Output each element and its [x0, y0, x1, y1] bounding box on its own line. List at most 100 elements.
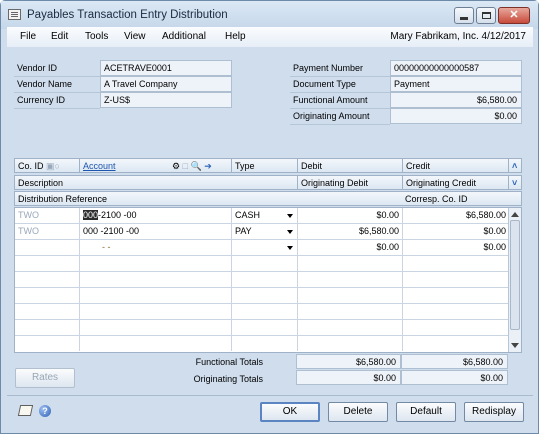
menu-view[interactable]: View	[124, 31, 146, 42]
vendor-id-label: Vendor ID	[14, 61, 100, 77]
credit-cell[interactable]: $6,580.00	[402, 208, 509, 223]
table-row[interactable]: TWO 000 -2100 -00 PAY $6,580.00 $0.00	[15, 224, 509, 240]
dropdown-arrow-icon	[287, 246, 293, 250]
payment-number-label: Payment Number	[290, 61, 390, 77]
document-type-label: Document Type	[290, 77, 390, 93]
currency-id-label: Currency ID	[14, 93, 100, 109]
col-description-header: Description	[18, 178, 64, 188]
debit-cell[interactable]: $0.00	[297, 240, 402, 255]
help-icon[interactable]: ?	[39, 405, 51, 417]
distribution-grid: TWO 000-2100 -00 CASH $0.00 $6,580.00 TW…	[14, 207, 522, 353]
table-row[interactable]	[15, 272, 509, 288]
grid-header-row-2: Description Originating Debit Originatin…	[14, 175, 522, 190]
note-icon[interactable]	[17, 405, 34, 416]
grid-header-row-3: Distribution Reference Corresp. Co. ID	[14, 191, 522, 206]
col-originating-debit-header: Originating Debit	[297, 176, 402, 190]
credit-cell[interactable]: $0.00	[402, 224, 509, 239]
functional-total-debit: $6,580.00	[296, 354, 401, 369]
col-originating-credit-header: Originating Credit	[402, 176, 508, 190]
originating-total-debit: $0.00	[296, 370, 401, 385]
expand-rows-icon[interactable]: ˅	[508, 176, 522, 190]
functional-total-credit: $6,580.00	[401, 354, 508, 369]
credit-cell[interactable]: $0.00	[402, 240, 509, 255]
grid-vertical-scrollbar[interactable]	[508, 208, 521, 352]
footer-divider	[7, 395, 533, 396]
type-dropdown[interactable]: PAY	[231, 224, 297, 239]
dropdown-arrow-icon	[287, 214, 293, 218]
scroll-thumb[interactable]	[510, 220, 520, 330]
col-account-header[interactable]: Account	[79, 159, 169, 173]
title-bar[interactable]: Payables Transaction Entry Distribution …	[1, 1, 538, 29]
currency-id-field[interactable]: Z-US$	[100, 92, 232, 108]
originating-amount-label: Originating Amount	[290, 109, 390, 125]
minimize-icon	[460, 17, 468, 20]
menu-edit[interactable]: Edit	[51, 31, 68, 42]
col-credit-header: Credit	[402, 159, 508, 173]
window-title: Payables Transaction Entry Distribution	[27, 9, 228, 21]
maximize-button[interactable]	[476, 7, 496, 24]
account-cell[interactable]: - -	[79, 240, 231, 255]
vendor-name-field[interactable]: A Travel Company	[100, 76, 232, 92]
table-row[interactable]	[15, 288, 509, 304]
co-id-cell[interactable]: TWO	[15, 208, 79, 223]
originating-total-credit: $0.00	[401, 370, 508, 385]
debit-cell[interactable]: $6,580.00	[297, 224, 402, 239]
functional-totals-label: Functional Totals	[195, 357, 263, 367]
col-corresp-co-id-header: Corresp. Co. ID	[405, 194, 468, 204]
col-co-id-header[interactable]: Co. ID ▣○	[15, 159, 79, 173]
lookup-company-icon: ▣○	[46, 161, 60, 171]
vendor-name-label: Vendor Name	[14, 77, 100, 93]
debit-cell[interactable]: $0.00	[297, 208, 402, 223]
user-company-date: Mary Fabrikam, Inc. 4/12/2017	[390, 31, 526, 42]
minimize-button[interactable]	[454, 7, 474, 24]
functional-amount-field[interactable]: $6,580.00	[390, 92, 522, 108]
account-selected-text: 000	[83, 210, 99, 220]
window-app-icon	[8, 9, 21, 20]
table-row[interactable]	[15, 256, 509, 272]
col-distribution-reference-header: Distribution Reference	[18, 194, 108, 204]
originating-amount-field[interactable]: $0.00	[390, 108, 522, 124]
redisplay-button[interactable]: Redisplay	[464, 402, 524, 422]
scroll-down-icon[interactable]	[511, 343, 519, 348]
co-id-cell[interactable]	[15, 240, 79, 255]
table-row[interactable]	[15, 304, 509, 320]
col-type-header: Type	[231, 159, 297, 173]
vendor-id-field[interactable]: ACETRAVE0001	[100, 60, 232, 76]
scroll-up-icon[interactable]	[511, 212, 519, 217]
dropdown-arrow-icon	[287, 230, 293, 234]
goto-arrow-icon[interactable]: ➔	[204, 161, 212, 171]
payment-number-field[interactable]: 00000000000000587	[390, 60, 522, 76]
grid-header-row-1: Co. ID ▣○ Account ⚙ □ 🔍 ➔ Type Debit Cre…	[14, 158, 522, 173]
account-rest-text: -2100 -00	[98, 210, 137, 220]
search-icon[interactable]: 🔍	[191, 161, 202, 171]
delete-button[interactable]: Delete	[328, 402, 388, 422]
menu-bar: File Edit Tools View Additional Help Mar…	[7, 27, 533, 47]
account-cell[interactable]: 000 -2100 -00	[79, 224, 231, 239]
payables-distribution-window: Payables Transaction Entry Distribution …	[0, 0, 539, 434]
type-dropdown[interactable]	[231, 240, 297, 255]
table-row[interactable]	[15, 320, 509, 336]
menu-help[interactable]: Help	[225, 31, 246, 42]
account-expand-icon: □	[182, 161, 189, 171]
default-button[interactable]: Default	[396, 402, 456, 422]
ok-button[interactable]: OK	[260, 402, 320, 422]
close-button[interactable]: ✕	[498, 7, 530, 24]
menu-tools[interactable]: Tools	[85, 31, 108, 42]
close-icon: ✕	[509, 9, 519, 21]
grid-toolbar: ⚙ □ 🔍 ➔	[169, 159, 231, 173]
originating-totals-label: Originating Totals	[193, 374, 263, 384]
type-dropdown[interactable]: CASH	[231, 208, 297, 223]
document-type-field[interactable]: Payment	[390, 76, 522, 92]
table-row[interactable]: - - $0.00 $0.00	[15, 240, 509, 256]
table-row[interactable]: TWO 000-2100 -00 CASH $0.00 $6,580.00	[15, 208, 509, 224]
maximize-icon	[481, 12, 491, 19]
rates-button[interactable]: Rates	[15, 368, 75, 388]
functional-amount-label: Functional Amount	[290, 93, 390, 109]
table-row[interactable]	[15, 336, 509, 352]
account-cell[interactable]: 000-2100 -00	[79, 208, 231, 223]
menu-additional[interactable]: Additional	[162, 31, 206, 42]
collapse-rows-icon[interactable]: ˄	[508, 159, 522, 173]
account-lookup-icon[interactable]: ⚙	[172, 161, 180, 171]
menu-file[interactable]: File	[20, 31, 36, 42]
co-id-cell[interactable]: TWO	[15, 224, 79, 239]
